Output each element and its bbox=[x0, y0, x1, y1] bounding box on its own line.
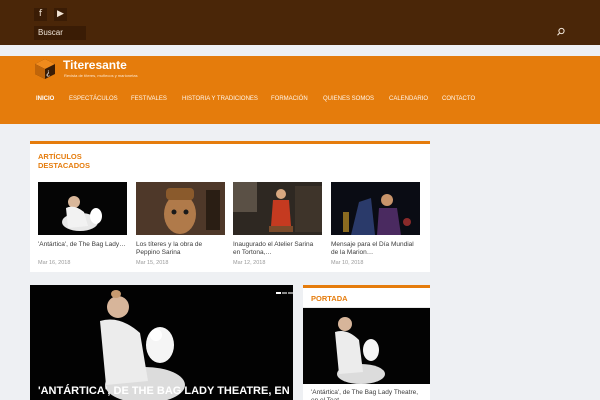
youtube-icon[interactable]: ▶ bbox=[54, 8, 67, 21]
search-input[interactable]: Buscar bbox=[34, 26, 86, 40]
site-header: ¿ Titeresante Revista de títeres, muñeco… bbox=[0, 56, 600, 124]
nav-item-festivales[interactable]: FESTIVALES bbox=[131, 96, 167, 102]
nav-item-inicio[interactable]: INICIO bbox=[36, 96, 54, 102]
logo-icon[interactable]: ¿ bbox=[34, 58, 56, 80]
slider-dot[interactable] bbox=[276, 292, 281, 294]
article-thumbnail[interactable] bbox=[233, 182, 322, 235]
svg-text:¿: ¿ bbox=[46, 68, 50, 77]
portada-title: PORTADA bbox=[311, 294, 348, 303]
nav-item-calendario[interactable]: CALENDARIO bbox=[389, 96, 428, 102]
article-thumbnail[interactable] bbox=[331, 182, 420, 235]
nav-item-quienes-somos[interactable]: QUIENES SOMOS bbox=[323, 96, 374, 102]
article-date: Mar 12, 2018 bbox=[233, 260, 266, 266]
slider-image[interactable] bbox=[30, 285, 293, 400]
article-date: Mar 15, 2018 bbox=[136, 260, 169, 266]
nav-item-contacto[interactable]: CONTACTO bbox=[442, 96, 475, 102]
featured-title: ARTÍCULOS DESTACADOS bbox=[38, 152, 90, 170]
header-gap bbox=[0, 45, 600, 56]
article-thumbnail[interactable] bbox=[38, 182, 127, 235]
hero-slider[interactable]: 'ANTÁRTICA', DE THE BAG LADY THEATRE, EN… bbox=[30, 285, 293, 400]
site-tagline: Revista de títeres, muñecos y marionetas bbox=[64, 73, 138, 78]
article-date: Mar 10, 2018 bbox=[331, 260, 364, 266]
article-thumbnail[interactable] bbox=[136, 182, 225, 235]
slider-dot[interactable] bbox=[282, 292, 287, 294]
slider-dots bbox=[276, 292, 293, 294]
article-title[interactable]: 'Antártica', de The Bag Lady… bbox=[38, 241, 127, 258]
article-card[interactable]: Los títeres y la obra de Peppino Sarina … bbox=[136, 182, 225, 266]
article-card[interactable]: 'Antártica', de The Bag Lady… Mar 16, 20… bbox=[38, 182, 127, 266]
article-title[interactable]: Mensaje para el Día Mundial de la Marion… bbox=[331, 241, 420, 258]
portada-article-title[interactable]: 'Antártica', de The Bag Lady Theatre, en… bbox=[311, 389, 423, 400]
portada-widget: PORTADA 'Antártica', de The Bag Lady The… bbox=[303, 285, 430, 400]
top-bar: f ▶ Buscar bbox=[0, 0, 600, 45]
facebook-icon[interactable]: f bbox=[34, 8, 47, 21]
nav-item-espectaculos[interactable]: ESPECTÁCULOS bbox=[69, 96, 118, 102]
nav-item-historia[interactable]: HISTORIA Y TRADICIONES bbox=[182, 96, 258, 102]
article-date: Mar 16, 2018 bbox=[38, 260, 71, 266]
slider-dot[interactable] bbox=[288, 292, 293, 294]
site-title[interactable]: Titeresante bbox=[63, 58, 127, 72]
article-title[interactable]: Inaugurado el Atelier Sarina en Tortona,… bbox=[233, 241, 322, 258]
article-card[interactable]: Mensaje para el Día Mundial de la Marion… bbox=[331, 182, 420, 266]
portada-image[interactable] bbox=[303, 308, 430, 384]
article-title[interactable]: Los títeres y la obra de Peppino Sarina bbox=[136, 241, 225, 258]
nav-item-formacion[interactable]: FORMACIÓN bbox=[271, 96, 308, 102]
slider-caption[interactable]: 'ANTÁRTICA', DE THE BAG LADY THEATRE, EN… bbox=[38, 385, 293, 397]
featured-articles: ARTÍCULOS DESTACADOS 'Antártica', de The… bbox=[30, 141, 430, 272]
article-card[interactable]: Inaugurado el Atelier Sarina en Tortona,… bbox=[233, 182, 322, 266]
search-icon[interactable] bbox=[556, 27, 566, 37]
